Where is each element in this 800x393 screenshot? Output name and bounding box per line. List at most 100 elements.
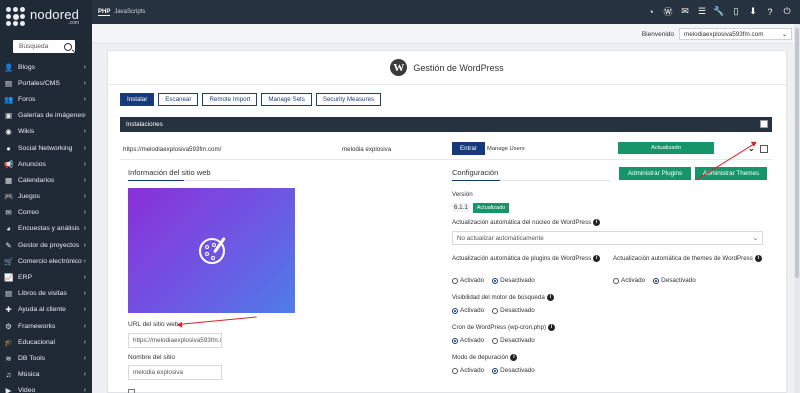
tab-install[interactable]: Instalar: [120, 93, 155, 106]
enter-button[interactable]: Entrar: [452, 142, 485, 155]
tab-manage-sets[interactable]: Manage Sets: [261, 93, 312, 106]
chevron-right-icon: ›: [83, 387, 86, 393]
row-checkbox[interactable]: [760, 145, 768, 153]
sidebar-item-20[interactable]: ▶ Video ›: [0, 383, 92, 393]
sidebar-item-11[interactable]: ✎ Gestor de proyectos ›: [0, 237, 92, 253]
search-icon[interactable]: [64, 42, 72, 51]
sidebar-item-16[interactable]: ⚙ Frameworks ›: [0, 318, 92, 334]
site-info-underline: [128, 180, 184, 181]
sidebar-item-10[interactable]: ◕ Encuestas y análisis ›: [0, 221, 92, 237]
select-all-checkbox[interactable]: [760, 120, 768, 128]
mail-icon[interactable]: ✉: [680, 6, 690, 17]
installation-url[interactable]: https://melodiaexplosiva593fm.com/: [123, 146, 221, 153]
themes-update-off[interactable]: Desactivado: [653, 277, 696, 284]
search-input[interactable]: [19, 43, 63, 50]
sidebar-item-3[interactable]: ▣ Galerías de imágenes ›: [0, 108, 92, 124]
help-icon[interactable]: ?: [765, 6, 775, 17]
chart-pie-icon: ◕: [6, 224, 11, 234]
image-gallery-icon: ▣: [4, 111, 13, 121]
installations-header: Instalaciones: [120, 117, 772, 132]
sidebar-item-6[interactable]: 📢 Anuncios ›: [0, 156, 92, 172]
wrench-icon[interactable]: 🔧: [713, 6, 724, 17]
dashboard-icon[interactable]: ◔: [646, 6, 656, 17]
download-icon[interactable]: ⬇: [748, 6, 758, 17]
radio-label: Activado: [460, 367, 485, 374]
radio-icon: [452, 277, 458, 284]
plugins-update-off[interactable]: Desactivado: [492, 277, 535, 284]
logo[interactable]: nodored .com: [0, 0, 92, 34]
logo-icon: [6, 7, 26, 27]
sidebar-item-2[interactable]: 👥 Foros ›: [0, 91, 92, 107]
cron-on[interactable]: Activado: [452, 337, 484, 344]
info-icon[interactable]: i: [510, 354, 518, 361]
config-divider: [500, 180, 610, 181]
list-icon[interactable]: ☰: [697, 6, 707, 17]
cron-off[interactable]: Desactivado: [492, 337, 535, 344]
sidebar-item-17[interactable]: 🎓 Educacional ›: [0, 334, 92, 350]
domain-select[interactable]: melodiaexplosiva593fm.com ⌄: [679, 28, 792, 40]
admin-plugins-button[interactable]: Administrar Plugins: [619, 167, 691, 180]
installation-name: melodia explosiva: [342, 145, 392, 153]
page-scrollbar[interactable]: [794, 24, 800, 393]
sidebar-item-15[interactable]: ✚ Ayuda al cliente ›: [0, 302, 92, 318]
config-title[interactable]: Configuración: [452, 168, 498, 177]
manage-users-link[interactable]: Manage Users: [487, 146, 525, 152]
tab-scan[interactable]: Escanear: [158, 93, 199, 106]
core-update-select[interactable]: No actualizar automáticamente ⌄: [452, 231, 763, 245]
sidebar-item-7[interactable]: ▦ Calendarios ›: [0, 172, 92, 188]
php-tab[interactable]: PHP: [98, 9, 111, 16]
debug-radios: Activado Desactivado: [452, 367, 535, 374]
info-icon[interactable]: i: [754, 255, 762, 262]
site-name-field[interactable]: melodia explosiva: [128, 365, 222, 380]
visibility-on[interactable]: Activado: [452, 307, 484, 314]
chevron-right-icon: ›: [83, 193, 86, 201]
file-icon[interactable]: ▯: [731, 6, 741, 17]
plugins-update-on[interactable]: Activado: [452, 277, 484, 284]
gamepad-icon: 🎮: [4, 192, 14, 202]
debug-on[interactable]: Activado: [452, 367, 484, 374]
themes-update-on[interactable]: Activado: [613, 277, 645, 284]
power-icon[interactable]: ⏻: [782, 6, 792, 17]
radio-label: Activado: [621, 277, 646, 284]
sidebar-item-19[interactable]: ♫ Música ›: [0, 367, 92, 383]
chevron-right-icon: ›: [83, 95, 86, 103]
sidebar-item-5[interactable]: ● Social Networking ›: [0, 140, 92, 156]
sidebar-item-label: Gestor de proyectos: [18, 241, 80, 249]
site-url-field[interactable]: https://melodiaexplosiva593fm.com/: [128, 333, 222, 348]
sidebar-item-9[interactable]: ✉ Correo ›: [0, 205, 92, 221]
wordpress-icon[interactable]: Ⓦ: [663, 6, 673, 17]
sidebar-item-0[interactable]: 👤 Blogs ›: [0, 59, 92, 75]
sidebar-item-label: Encuestas y análisis: [18, 225, 80, 233]
sidebar-item-8[interactable]: 🎮 Juegos ›: [0, 189, 92, 205]
radio-checked-icon: [492, 367, 499, 374]
site-name-label: Nombre del sitio: [128, 354, 175, 361]
sidebar-item-13[interactable]: 📈 ERP ›: [0, 269, 92, 285]
info-icon[interactable]: i: [593, 219, 601, 226]
partial-checkbox[interactable]: [128, 389, 135, 393]
tab-security-measures[interactable]: Security Measures: [315, 93, 382, 106]
sidebar-item-label: Frameworks: [18, 322, 56, 330]
tab-remote-import[interactable]: Remote Import: [202, 93, 258, 106]
account-bar: Bienvenido melodiaexplosiva593fm.com ⌄: [92, 24, 800, 44]
javascripts-tab[interactable]: JavaScripts: [114, 9, 145, 15]
scrollbar-thumb[interactable]: [795, 28, 799, 278]
sidebar-item-label: DB Tools: [18, 354, 46, 362]
plugins-update-text: Actualización automática de plugins de W…: [452, 255, 592, 263]
debug-off[interactable]: Desactivado: [492, 367, 535, 374]
visibility-off[interactable]: Desactivado: [492, 307, 535, 314]
info-icon[interactable]: i: [548, 324, 556, 331]
sidebar-item-1[interactable]: ▤ Portales/CMS ›: [0, 75, 92, 91]
site-info-title[interactable]: Información del sitio web: [128, 168, 211, 177]
info-icon[interactable]: i: [546, 294, 554, 301]
info-icon[interactable]: i: [593, 255, 601, 262]
sidebar-item-18[interactable]: ≋ DB Tools ›: [0, 350, 92, 366]
site-url-label: URL del sitio web: [128, 321, 179, 328]
top-bar: PHP JavaScripts ◔ Ⓦ ✉ ☰ 🔧 ▯ ⬇ ? ⏻: [92, 0, 800, 24]
cron-label: Cron de WordPress (wp-cron.php) i: [452, 324, 556, 333]
sidebar-item-12[interactable]: 🛒 Comercio electrónico ›: [0, 253, 92, 269]
version-row: 6.1.1 Actualizado: [452, 202, 510, 213]
sidebar-item-4[interactable]: ◉ Wikis ›: [0, 124, 92, 140]
cart-icon: 🛒: [4, 256, 14, 266]
sidebar-item-14[interactable]: ▤ Libros de visitas ›: [0, 286, 92, 302]
welcome-text: Bienvenido: [641, 31, 674, 38]
